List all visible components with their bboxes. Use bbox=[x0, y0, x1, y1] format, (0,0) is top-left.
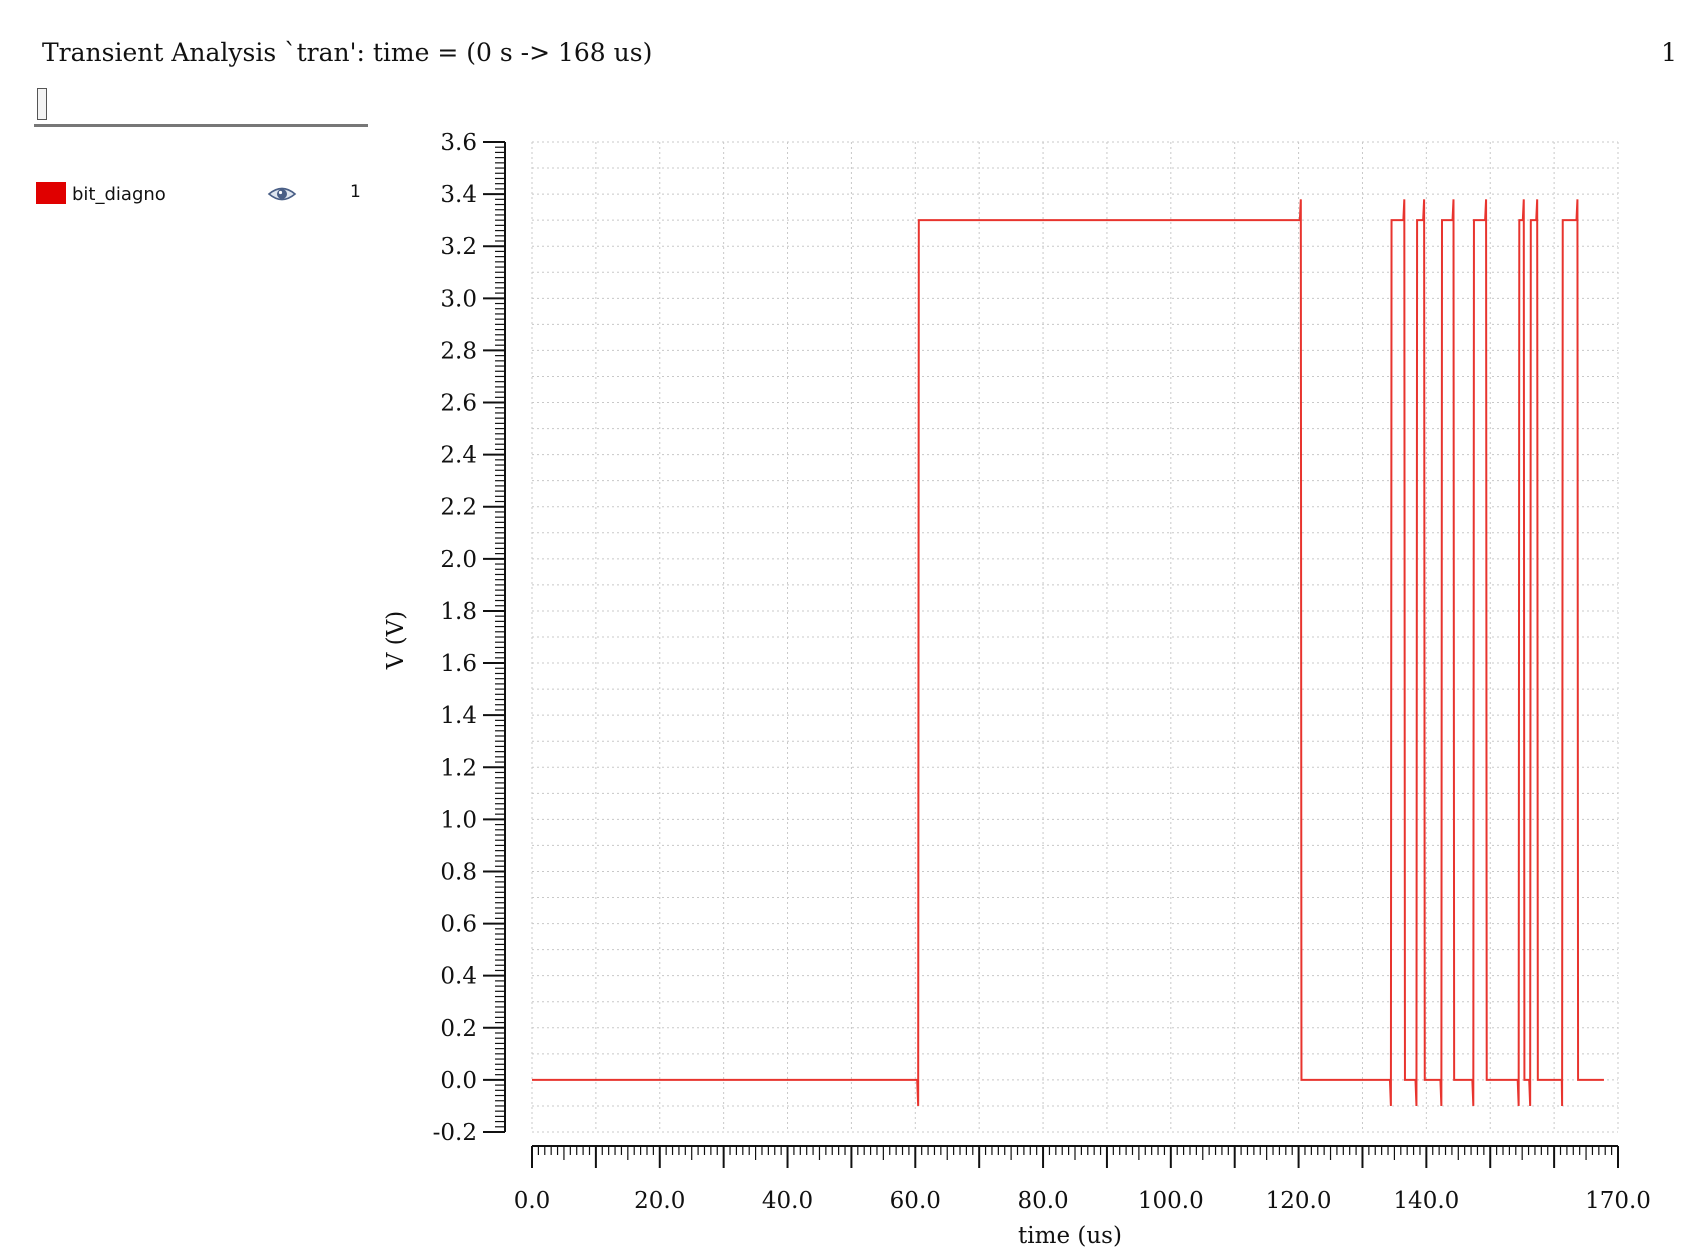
y-tick-label: 2.4 bbox=[440, 443, 477, 469]
y-tick-label: 1.0 bbox=[440, 807, 477, 833]
x-tick-label: 170.0 bbox=[1585, 1188, 1651, 1214]
x-tick-label: 60.0 bbox=[890, 1188, 941, 1214]
grid bbox=[531, 141, 1619, 1133]
y-tick-label: 0.6 bbox=[440, 912, 477, 938]
y-tick-label: 1.4 bbox=[440, 703, 477, 729]
x-tick-label: 80.0 bbox=[1017, 1188, 1068, 1214]
x-tick-label: 0.0 bbox=[514, 1188, 551, 1214]
y-tick-label: -0.2 bbox=[433, 1120, 477, 1146]
x-tick-label: 20.0 bbox=[634, 1188, 685, 1214]
y-tick-label: 2.6 bbox=[440, 391, 477, 417]
series-layer bbox=[532, 199, 1604, 1106]
x-tick-label: 40.0 bbox=[762, 1188, 813, 1214]
y-tick-label: 3.0 bbox=[440, 286, 477, 312]
y-tick-label: 1.8 bbox=[440, 599, 477, 625]
y-tick-label: 0.4 bbox=[440, 964, 477, 990]
axes: 3.6 3.4 3.2 3.0 2.8 2.6 2.4 2.2 2.0 1.8 1.6 1.4 1.2 1… bbox=[433, 130, 1651, 1214]
y-tick-label: 1.6 bbox=[440, 651, 477, 677]
y-tick-label: 1.2 bbox=[440, 755, 477, 781]
y-tick-label: 3.6 bbox=[440, 130, 477, 156]
y-tick-label: 0.2 bbox=[440, 1016, 477, 1042]
y-axis-label: V (V) bbox=[383, 611, 409, 670]
x-tick-label: 140.0 bbox=[1393, 1188, 1459, 1214]
y-tick-label: 3.2 bbox=[440, 234, 477, 260]
y-tick-label: 2.2 bbox=[440, 495, 477, 521]
y-tick-label: 0.8 bbox=[440, 859, 477, 885]
x-axis-label: time (us) bbox=[1018, 1223, 1122, 1249]
x-tick-label: 100.0 bbox=[1138, 1188, 1204, 1214]
waveform-plot[interactable]: 3.6 3.4 3.2 3.0 2.8 2.6 2.4 2.2 2.0 1.8 1.6 1.4 1.2 1… bbox=[0, 0, 1699, 1254]
y-tick-label: 2.8 bbox=[440, 338, 477, 364]
y-tick-label: 0.0 bbox=[440, 1068, 477, 1094]
series-line-bit_diagno bbox=[532, 199, 1604, 1106]
x-tick-label: 120.0 bbox=[1266, 1188, 1332, 1214]
y-tick-label: 3.4 bbox=[440, 182, 477, 208]
y-tick-label: 2.0 bbox=[440, 547, 477, 573]
